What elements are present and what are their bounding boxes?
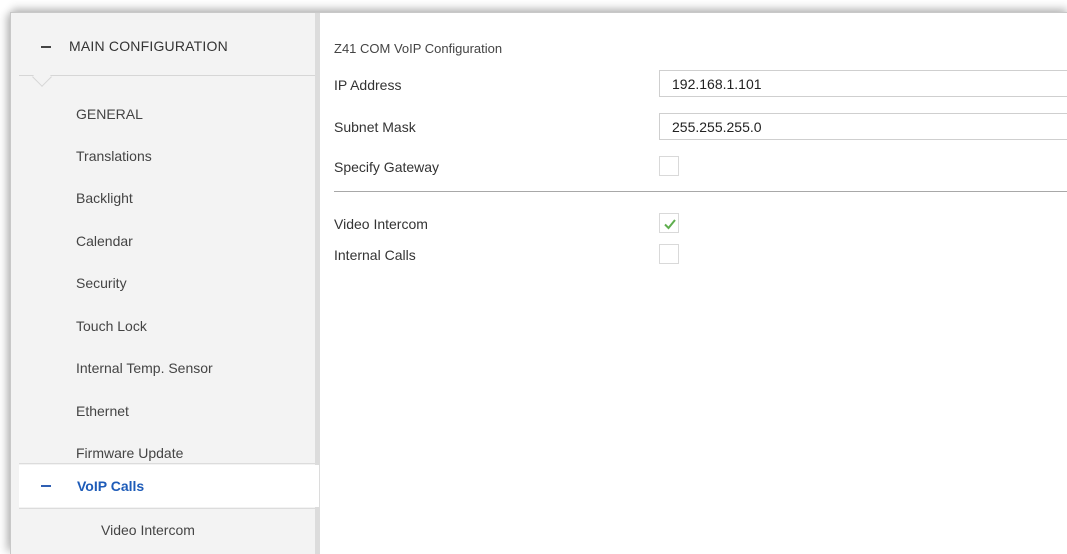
page-title: Z41 COM VoIP Configuration — [334, 41, 503, 56]
divider — [19, 463, 315, 464]
sidebar-item-label: Ethernet — [76, 403, 129, 419]
sidebar-item-translations[interactable]: Translations — [19, 135, 315, 177]
sidebar-item-touch-lock[interactable]: Touch Lock — [19, 305, 315, 347]
sidebar-item-calendar[interactable]: Calendar — [19, 220, 315, 262]
sidebar-item-general[interactable]: GENERAL — [19, 93, 315, 135]
subnet-mask-label: Subnet Mask — [334, 119, 416, 135]
ip-address-label: IP Address — [334, 77, 402, 93]
app-window: MAIN CONFIGURATION GENERAL Translations … — [10, 12, 1067, 554]
sidebar-item-label: Backlight — [76, 190, 133, 206]
sidebar-item-security[interactable]: Security — [19, 262, 315, 304]
sidebar-header-label: MAIN CONFIGURATION — [69, 38, 228, 54]
sidebar-item-label: Calendar — [76, 233, 133, 249]
sidebar-item-video-intercom[interactable]: Video Intercom — [19, 509, 315, 551]
specify-gateway-label: Specify Gateway — [334, 159, 440, 175]
sidebar-item-ethernet[interactable]: Ethernet — [19, 390, 315, 432]
specify-gateway-checkbox[interactable] — [659, 156, 679, 176]
internal-calls-checkbox[interactable] — [659, 244, 679, 264]
collapse-icon[interactable] — [41, 46, 51, 48]
subnet-mask-field[interactable] — [659, 113, 1067, 140]
video-intercom-checkbox[interactable] — [659, 213, 679, 233]
sidebar: MAIN CONFIGURATION GENERAL Translations … — [11, 13, 320, 554]
sidebar-item-internal-temp-sensor[interactable]: Internal Temp. Sensor — [19, 347, 315, 389]
sidebar-item-label: GENERAL — [76, 106, 143, 122]
video-intercom-label: Video Intercom — [334, 216, 428, 232]
checkmark-icon — [664, 219, 676, 230]
divider — [334, 191, 1067, 192]
sidebar-header-main-configuration[interactable]: MAIN CONFIGURATION — [19, 15, 315, 75]
sidebar-item-label: Firmware Update — [76, 445, 184, 461]
sidebar-item-label: Internal Temp. Sensor — [76, 360, 213, 376]
sidebar-item-label: Touch Lock — [76, 318, 147, 334]
sidebar-item-voip-calls[interactable]: VoIP Calls — [19, 465, 319, 507]
sidebar-item-label: Video Intercom — [101, 522, 195, 538]
divider — [19, 75, 315, 76]
collapse-icon[interactable] — [41, 485, 51, 487]
sidebar-item-label: VoIP Calls — [77, 478, 145, 494]
sidebar-item-label: Translations — [76, 148, 152, 164]
config-panel: Z41 COM VoIP Configuration IP Address Su… — [320, 13, 1067, 554]
sidebar-item-backlight[interactable]: Backlight — [19, 177, 315, 219]
sidebar-item-label: Security — [76, 275, 127, 291]
internal-calls-label: Internal Calls — [334, 247, 416, 263]
ip-address-field[interactable] — [659, 70, 1067, 97]
